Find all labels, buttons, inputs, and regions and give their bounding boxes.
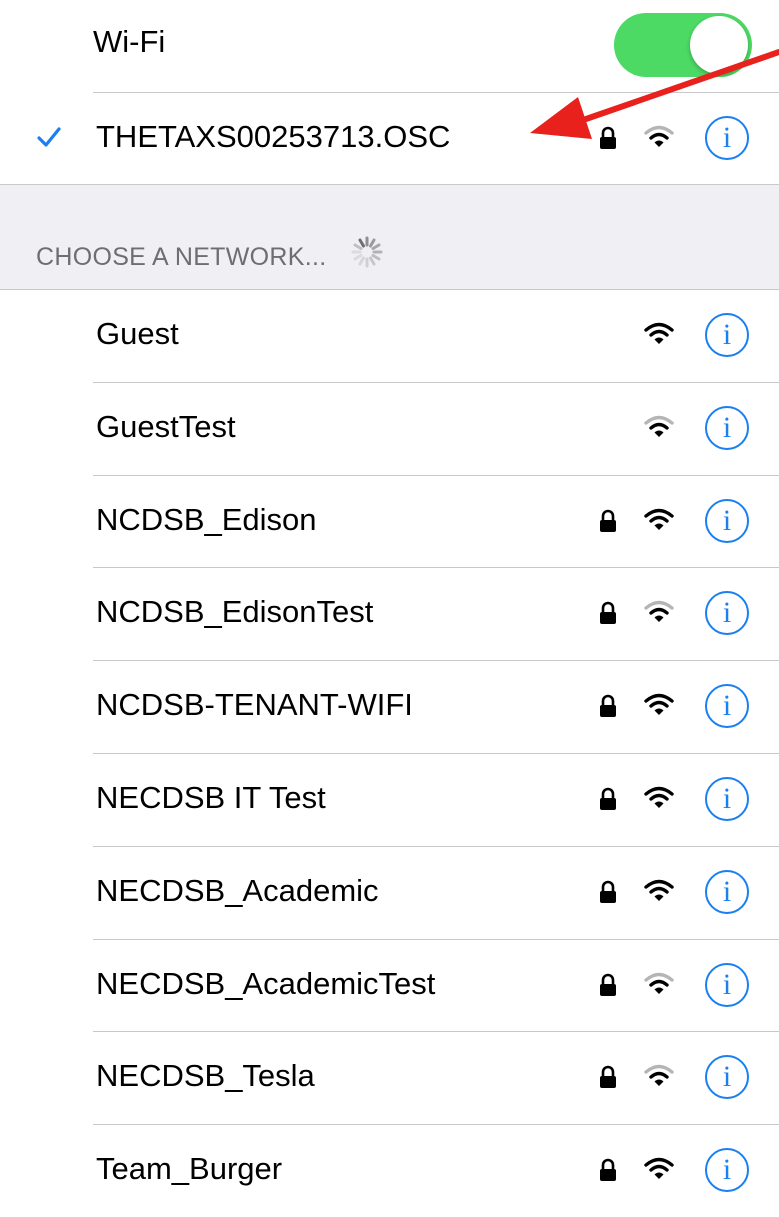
network-row[interactable]: Guest i [0, 290, 779, 382]
current-network-name: THETAXS00253713.OSC [96, 119, 451, 154]
info-icon[interactable]: i [705, 116, 749, 160]
wifi-signal-icon [644, 125, 674, 147]
info-icon[interactable]: i [705, 499, 749, 543]
wifi-signal-icon [644, 693, 674, 715]
lock-icon [600, 880, 616, 903]
network-name: NCDSB_Edison [96, 502, 317, 537]
info-icon[interactable]: i [705, 963, 749, 1007]
info-icon[interactable]: i [705, 313, 749, 357]
current-network-row[interactable]: THETAXS00253713.OSC i [0, 93, 779, 185]
info-icon[interactable]: i [705, 684, 749, 728]
wifi-signal-icon [644, 1064, 674, 1086]
network-row[interactable]: Team_Burger i [0, 1125, 779, 1217]
wifi-signal-icon [644, 600, 674, 622]
lock-icon [600, 694, 616, 717]
toggle-knob [690, 16, 748, 74]
network-list: Guest i GuestTest i NCDSB_Edison i NCDSB_Ediso… [0, 289, 779, 1217]
network-row[interactable]: NCDSB_EdisonTest i [0, 568, 779, 660]
network-row[interactable]: NECDSB_Academic i [0, 847, 779, 939]
network-name: NECDSB_AcademicTest [96, 966, 436, 1001]
network-row[interactable]: GuestTest i [0, 383, 779, 475]
network-name: Guest [96, 316, 179, 351]
lock-icon [600, 509, 616, 532]
lock-icon [600, 787, 616, 810]
info-icon[interactable]: i [705, 591, 749, 635]
info-icon[interactable]: i [705, 406, 749, 450]
choose-network-header: CHOOSE A NETWORK... [36, 243, 327, 271]
wifi-signal-icon [644, 786, 674, 808]
wifi-toggle[interactable] [614, 13, 752, 77]
network-name: GuestTest [96, 409, 236, 444]
network-row[interactable]: NCDSB-TENANT-WIFI i [0, 661, 779, 753]
network-name: NECDSB_Tesla [96, 1058, 315, 1093]
wifi-signal-icon [644, 322, 674, 344]
info-icon[interactable]: i [705, 1148, 749, 1192]
info-icon[interactable]: i [705, 1055, 749, 1099]
network-name: NECDSB IT Test [96, 780, 326, 815]
wifi-signal-icon [644, 1157, 674, 1179]
lock-icon [600, 126, 616, 149]
network-name: NCDSB_EdisonTest [96, 594, 374, 629]
wifi-signal-icon [644, 415, 674, 437]
spinner-icon [351, 236, 383, 268]
network-name: NECDSB_Academic [96, 873, 379, 908]
network-name: NCDSB-TENANT-WIFI [96, 687, 413, 722]
network-row[interactable]: NECDSB_Tesla i [0, 1032, 779, 1124]
lock-icon [600, 1158, 616, 1181]
network-name: Team_Burger [96, 1151, 283, 1186]
network-row[interactable]: NECDSB_AcademicTest i [0, 940, 779, 1032]
network-row[interactable]: NCDSB_Edison i [0, 476, 779, 568]
wifi-signal-icon [644, 879, 674, 901]
info-icon[interactable]: i [705, 870, 749, 914]
wifi-settings-group: Wi-Fi THETAXS00253713.OSC i [0, 0, 779, 185]
wifi-label: Wi-Fi [93, 24, 166, 59]
lock-icon [600, 601, 616, 624]
wifi-signal-icon [644, 508, 674, 530]
wifi-signal-icon [644, 972, 674, 994]
checkmark-icon [37, 127, 61, 147]
network-row[interactable]: NECDSB IT Test i [0, 754, 779, 846]
info-icon[interactable]: i [705, 777, 749, 821]
lock-icon [600, 1065, 616, 1088]
wifi-toggle-row: Wi-Fi [0, 0, 779, 92]
lock-icon [600, 973, 616, 996]
